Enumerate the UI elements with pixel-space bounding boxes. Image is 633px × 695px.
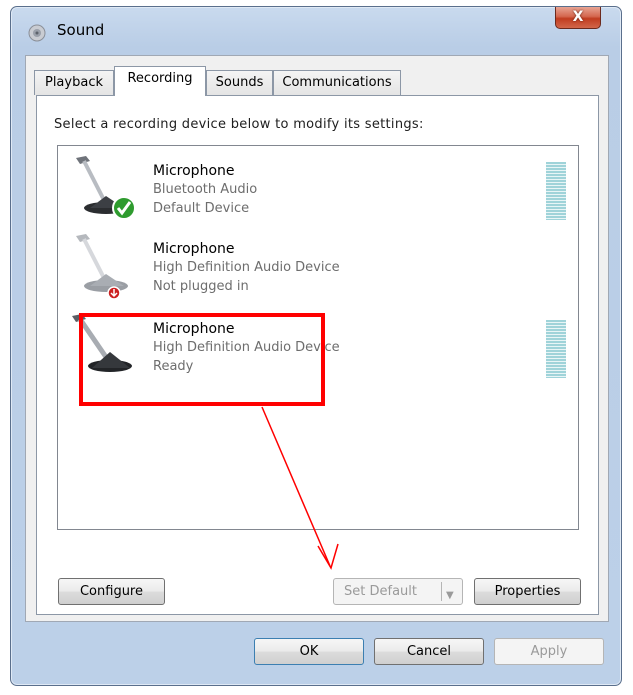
speaker-icon: [28, 24, 46, 42]
device-description: Bluetooth Audio: [153, 182, 258, 197]
level-meter: [546, 320, 566, 378]
tab-playback[interactable]: Playback: [34, 70, 114, 95]
device-status: Not plugged in: [153, 279, 249, 294]
annotation-highlight-box: [79, 313, 325, 406]
properties-button[interactable]: Properties: [474, 578, 581, 605]
tab-strip: Playback Recording Sounds Communications: [34, 66, 404, 96]
unplugged-icon: [107, 286, 121, 300]
device-name: Microphone: [153, 241, 235, 257]
device-status: Default Device: [153, 201, 250, 216]
tab-recording[interactable]: Recording: [114, 66, 206, 96]
cancel-button[interactable]: Cancel: [374, 638, 484, 665]
device-item[interactable]: Microphone Bluetooth Audio Default Devic…: [58, 148, 578, 226]
set-default-label: Set Default: [344, 584, 417, 599]
device-description: High Definition Audio Device: [153, 260, 340, 275]
tab-communications[interactable]: Communications: [273, 70, 401, 95]
split-divider: [441, 582, 442, 601]
ok-button[interactable]: OK: [254, 638, 364, 665]
device-item[interactable]: Microphone High Definition Audio Device …: [58, 226, 578, 304]
tab-sounds[interactable]: Sounds: [206, 70, 273, 95]
apply-button: Apply: [494, 638, 604, 665]
set-default-split-button: Set Default ▼: [333, 578, 463, 605]
checkmark-icon: [112, 196, 136, 220]
level-meter: [546, 162, 566, 220]
configure-button[interactable]: Configure: [58, 578, 165, 605]
window-title: Sound: [57, 21, 105, 39]
device-name: Microphone: [153, 163, 235, 179]
dropdown-arrow-icon: ▼: [446, 590, 454, 601]
instruction-text: Select a recording device below to modif…: [54, 117, 424, 132]
close-button[interactable]: X: [555, 7, 601, 29]
microphone-icon: [76, 234, 128, 300]
screenshot-stage: Sound X Playback Recording Sounds Commun…: [0, 0, 633, 695]
microphone-icon: [76, 156, 136, 220]
